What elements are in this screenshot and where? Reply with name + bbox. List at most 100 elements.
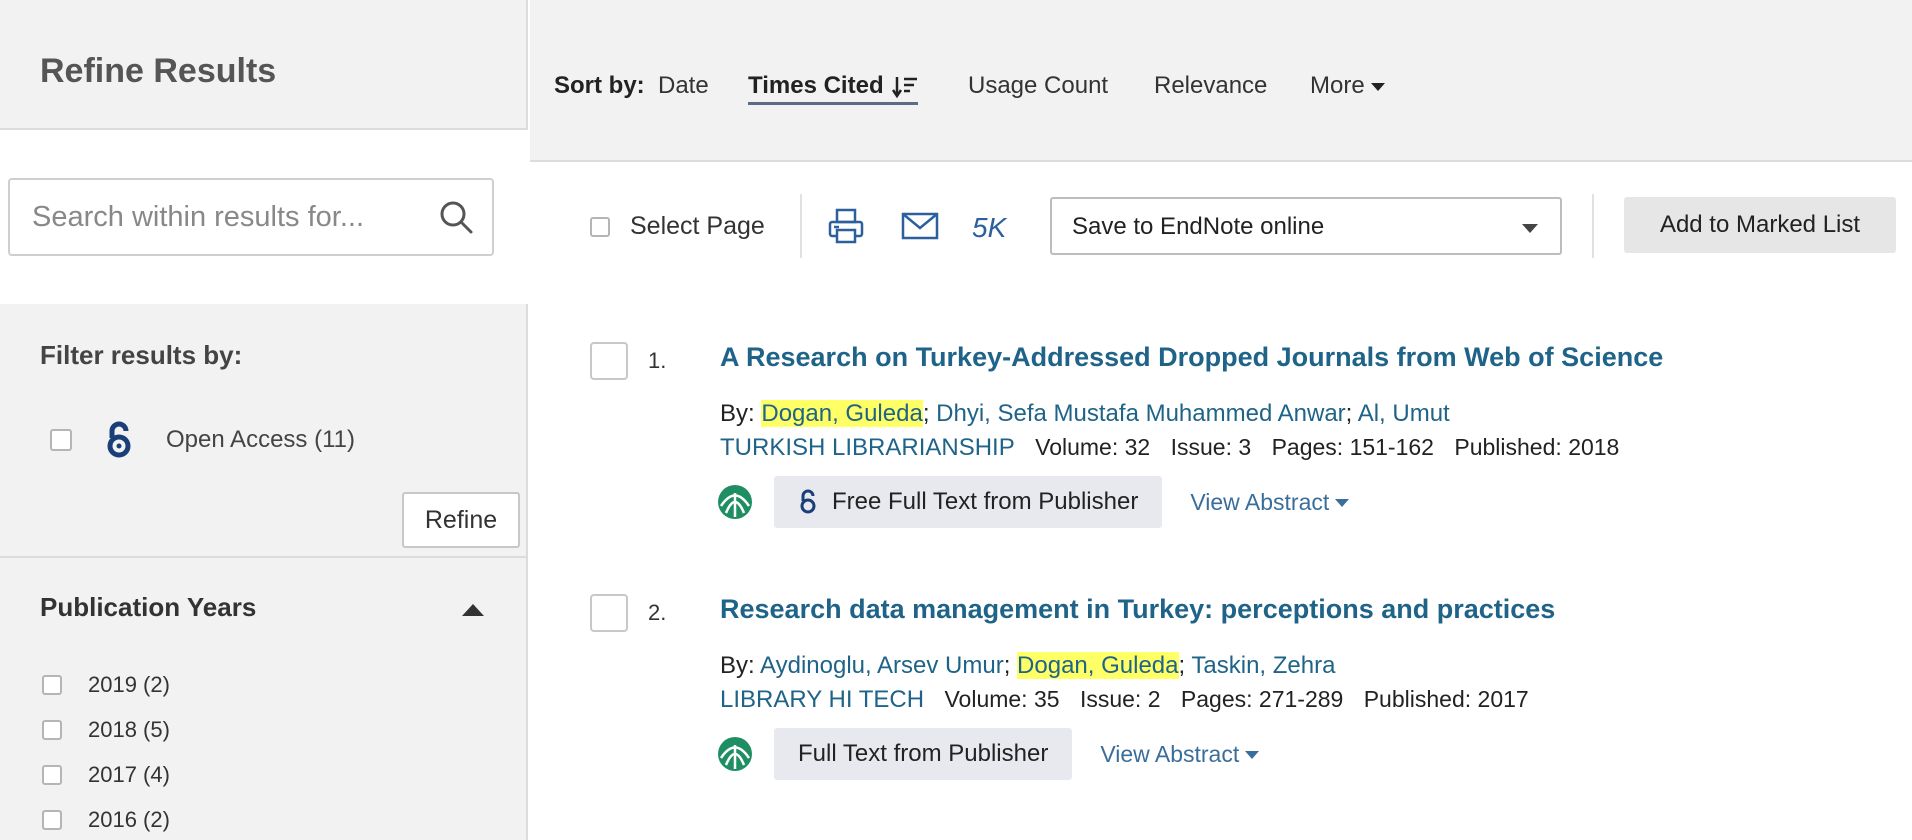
journal-link[interactable]: LIBRARY HI TECH	[720, 686, 924, 713]
search-icon[interactable]	[436, 197, 476, 237]
year-label: 2019 (2)	[88, 671, 170, 697]
publisher-globe-icon	[718, 737, 752, 771]
year-checkbox[interactable]	[42, 809, 62, 830]
toolbar-divider	[800, 194, 802, 258]
sort-option-more[interactable]: More	[1310, 72, 1385, 100]
full-text-button[interactable]: Full Text from Publisher	[774, 728, 1073, 780]
save-to-select[interactable]: Save to EndNote online	[1050, 197, 1562, 255]
volume-value: 32	[1124, 434, 1151, 460]
select-page-label: Select Page	[630, 212, 765, 240]
view-abstract-link[interactable]: View Abstract	[1190, 488, 1350, 516]
view-abstract-label: View Abstract	[1190, 488, 1330, 515]
select-page[interactable]: Select Page	[590, 212, 765, 241]
open-access-filter[interactable]: Open Access (11)	[50, 420, 355, 460]
caret-down-icon	[1370, 82, 1385, 91]
year-checkbox[interactable]	[42, 674, 62, 695]
toolbar-divider	[1592, 194, 1594, 258]
sort-desc-icon	[891, 76, 917, 98]
year-label: 2016 (2)	[88, 806, 170, 832]
issue-label: Issue:	[1170, 434, 1232, 460]
search-within-box	[8, 178, 494, 256]
record-number: 2.	[648, 600, 667, 625]
sort-by-label: Sort by:	[554, 72, 645, 99]
sort-option-usage-count[interactable]: Usage Count	[968, 72, 1108, 100]
sort-bar: Sort by: Date Times Cited Usage Count Re…	[530, 0, 1912, 162]
publisher-globe-icon	[718, 485, 752, 519]
results-toolbar: Select Page 5K Save to EndNote online Ad…	[530, 162, 1912, 292]
volume-label: Volume:	[1035, 434, 1119, 460]
full-text-label: Full Text from Publisher	[798, 740, 1049, 767]
record-authors: By: Aydinoglu, Arsev Umur; Dogan, Guleda…	[720, 652, 1336, 679]
refine-button[interactable]: Refine	[402, 492, 520, 548]
record-links: Free Full Text from Publisher View Abstr…	[716, 476, 1350, 528]
year-option[interactable]: 2016 (2)	[42, 797, 170, 840]
year-label: 2017 (4)	[88, 761, 170, 787]
search-within-input[interactable]	[32, 194, 422, 240]
volume-label: Volume:	[944, 686, 1028, 712]
select-page-checkbox[interactable]	[590, 216, 610, 237]
pages-label: Pages:	[1180, 686, 1253, 712]
caret-down-icon	[1245, 751, 1260, 760]
issue-value: 3	[1238, 434, 1252, 460]
open-access-label: Open Access (11)	[166, 426, 355, 453]
published-value: 2017	[1477, 686, 1529, 712]
refine-sidebar: Refine Results Filter results by: Open A…	[0, 0, 528, 840]
open-access-icon	[107, 421, 131, 458]
by-label: By:	[720, 652, 755, 679]
publication-years-list: 2019 (2) 2018 (5) 2017 (4) 2016 (2)	[42, 662, 170, 840]
author-link[interactable]: Dhyi, Sefa Mustafa Muhammed Anwar	[936, 400, 1346, 427]
record-authors: By: Dogan, Guleda; Dhyi, Sefa Mustafa Mu…	[720, 400, 1450, 427]
author-link[interactable]: Aydinoglu, Arsev Umur	[760, 652, 1004, 679]
caret-up-icon[interactable]	[460, 600, 486, 620]
sort-option-relevance[interactable]: Relevance	[1154, 72, 1267, 100]
view-abstract-label: View Abstract	[1100, 740, 1240, 767]
free-full-text-button[interactable]: Free Full Text from Publisher	[774, 476, 1163, 528]
year-checkbox[interactable]	[42, 764, 62, 785]
caret-down-icon	[1335, 499, 1350, 508]
author-link[interactable]: Taskin, Zehra	[1191, 652, 1335, 679]
pages-value: 151-162	[1349, 434, 1434, 460]
author-link[interactable]: Dogan, Guleda	[1017, 652, 1179, 679]
sort-option-date[interactable]: Date	[658, 72, 709, 100]
year-option[interactable]: 2019 (2)	[42, 662, 170, 707]
year-label: 2018 (5)	[88, 716, 170, 742]
record-title-link[interactable]: A Research on Turkey-Addressed Dropped J…	[720, 342, 1663, 373]
sidebar-divider-2	[0, 556, 528, 558]
open-access-checkbox[interactable]	[50, 429, 72, 451]
by-label: By:	[720, 400, 755, 427]
view-abstract-link[interactable]: View Abstract	[1100, 740, 1260, 768]
volume-value: 35	[1033, 686, 1060, 712]
year-checkbox[interactable]	[42, 719, 62, 740]
published-value: 2018	[1568, 434, 1620, 460]
record-title-link[interactable]: Research data management in Turkey: perc…	[720, 594, 1555, 625]
email-icon[interactable]	[900, 206, 940, 246]
print-icon[interactable]	[826, 206, 866, 246]
save-to-value: Save to EndNote online	[1072, 213, 1325, 240]
year-option[interactable]: 2018 (5)	[42, 707, 170, 752]
filter-results-title: Filter results by:	[40, 340, 243, 370]
publication-years-title: Publication Years	[40, 592, 257, 622]
open-access-icon	[800, 489, 816, 514]
record-checkbox[interactable]	[590, 594, 628, 632]
full-text-label: Free Full Text from Publisher	[832, 488, 1139, 515]
export-count-link[interactable]: 5K	[972, 212, 1006, 244]
record-number: 1.	[648, 348, 667, 373]
issue-label: Issue:	[1079, 686, 1142, 712]
refine-results-title: Refine Results	[40, 52, 277, 90]
author-link[interactable]: Dogan, Guleda	[761, 400, 923, 427]
journal-link[interactable]: TURKISH LIBRARIANSHIP	[720, 434, 1015, 461]
sort-option-times-cited[interactable]: Times Cited	[748, 72, 918, 105]
published-label: Published:	[1363, 686, 1472, 712]
record-checkbox[interactable]	[590, 342, 628, 380]
record-source: LIBRARY HI TECH Volume: 35 Issue: 2 Page…	[720, 686, 1529, 714]
pages-label: Pages:	[1271, 434, 1344, 460]
year-option[interactable]: 2017 (4)	[42, 752, 170, 797]
author-link[interactable]: Al, Umut	[1358, 400, 1450, 427]
pages-value: 271-289	[1258, 686, 1344, 712]
more-label: More	[1310, 72, 1365, 99]
add-to-marked-list-button[interactable]: Add to Marked List	[1624, 197, 1896, 253]
results-main: Sort by: Date Times Cited Usage Count Re…	[530, 0, 1912, 840]
dropdown-arrow-icon	[1522, 224, 1538, 233]
record-source: TURKISH LIBRARIANSHIP Volume: 32 Issue: …	[720, 434, 1619, 462]
sort-option-label: Times Cited	[748, 72, 884, 99]
